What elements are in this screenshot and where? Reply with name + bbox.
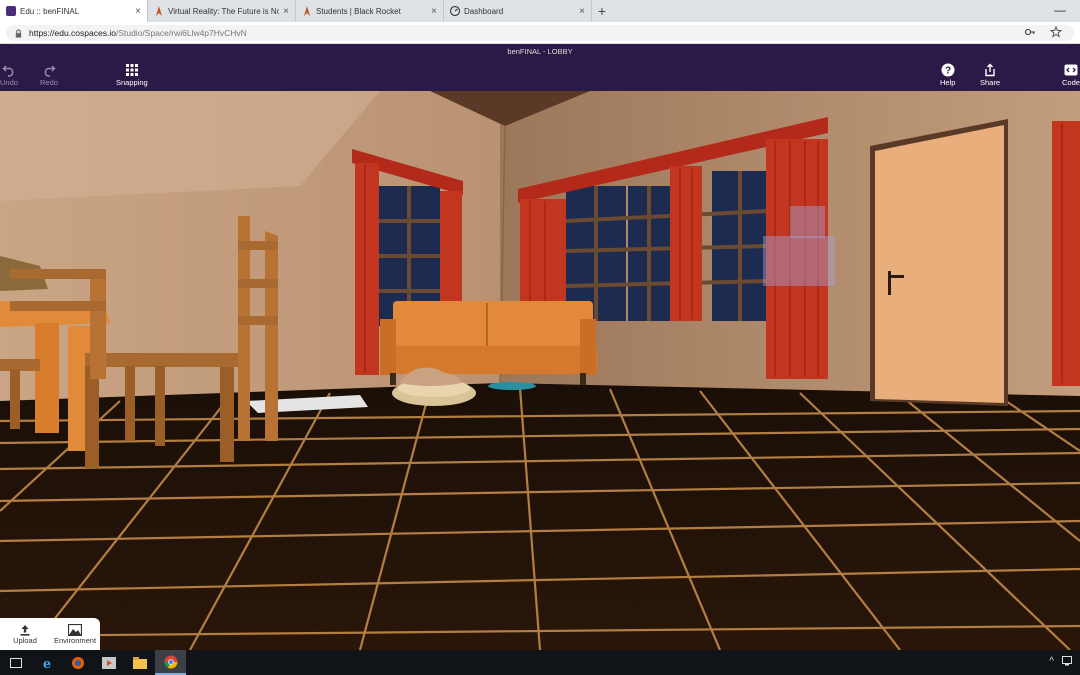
tab-title: Students | Black Rocket — [316, 6, 401, 16]
tab-edu-benfinal[interactable]: Edu :: benFINAL × — [0, 0, 148, 22]
star-icon[interactable] — [1050, 26, 1062, 38]
task-view-icon — [9, 657, 22, 668]
undo-button[interactable]: Undo — [0, 62, 18, 87]
code-label: Code — [1062, 78, 1080, 87]
scene-viewport[interactable] — [0, 91, 1080, 650]
browser-tab-strip: Edu :: benFINAL × Virtual Reality: The F… — [0, 0, 1080, 22]
lock-icon — [15, 28, 22, 38]
chrome-button[interactable] — [155, 650, 186, 675]
share-button[interactable]: Share — [980, 62, 1000, 87]
key-icon[interactable] — [1024, 26, 1036, 38]
ie-icon: e — [42, 657, 50, 670]
tab-virtual-reality[interactable]: Virtual Reality: The Future is Now × — [148, 0, 296, 22]
blackrocket-favicon-icon — [156, 6, 162, 16]
environment-icon — [68, 623, 82, 636]
grid-icon — [125, 64, 138, 76]
space-title: benFINAL - LOBBY — [507, 47, 573, 56]
new-tab-button[interactable]: + — [592, 0, 612, 22]
tab-close-icon[interactable]: × — [431, 6, 437, 17]
environment-label: Environment — [53, 635, 97, 645]
environment-button[interactable]: Environment — [50, 618, 100, 650]
firefox-icon — [71, 656, 84, 669]
file-explorer-icon — [132, 656, 147, 669]
url-host: https://edu.cospaces.io — [29, 28, 116, 38]
redo-button[interactable]: Redo — [40, 62, 58, 87]
cospaces-header: benFINAL - LOBBY Undo Redo Snapping ? He… — [0, 44, 1080, 91]
redo-label: Redo — [40, 78, 58, 87]
tab-close-icon[interactable]: × — [579, 6, 585, 17]
windows-taskbar: e ^ — [0, 650, 1080, 675]
tab-title: Dashboard — [464, 6, 504, 16]
cospaces-favicon-icon — [6, 6, 16, 16]
redo-icon — [44, 65, 56, 77]
door — [870, 119, 1008, 406]
blackrocket-favicon-icon — [304, 6, 310, 16]
dashboard-favicon-icon — [450, 6, 460, 16]
undo-label: Undo — [0, 78, 18, 87]
undo-icon — [2, 65, 14, 77]
share-icon — [985, 63, 995, 77]
tab-title: Edu :: benFINAL — [20, 6, 80, 16]
file-explorer-button[interactable] — [124, 650, 155, 675]
tab-close-icon[interactable]: × — [135, 6, 141, 17]
url-path: /Studio/Space/rwi6Llw4p7HvCHvN — [115, 28, 247, 38]
help-icon: ? — [941, 63, 955, 77]
upload-label: Upload — [13, 635, 37, 645]
share-label: Share — [980, 78, 1001, 87]
help-button[interactable]: ? Help — [940, 62, 955, 87]
tab-title: Virtual Reality: The Future is Now — [168, 6, 280, 16]
room-scene — [0, 91, 1080, 650]
svg-text:?: ? — [945, 66, 951, 77]
tab-students-black-rocket[interactable]: Students | Black Rocket × — [296, 0, 444, 22]
tray-caret-icon[interactable]: ^ — [1049, 656, 1054, 667]
media-button[interactable] — [93, 650, 124, 675]
url-field[interactable]: https://edu.cospaces.io/Studio/Space/rwi… — [6, 25, 1074, 41]
address-bar: https://edu.cospaces.io/Studio/Space/rwi… — [0, 22, 1080, 44]
upload-icon — [20, 624, 30, 636]
network-icon[interactable] — [1062, 656, 1074, 666]
chrome-icon — [164, 655, 177, 668]
upload-button[interactable]: Upload — [0, 618, 50, 650]
library-panel: Upload Environment — [0, 618, 100, 650]
tab-dashboard[interactable]: Dashboard × — [444, 0, 592, 22]
firefox-button[interactable] — [62, 650, 93, 675]
ie-button[interactable]: e — [31, 650, 62, 675]
task-view-button[interactable] — [0, 650, 31, 675]
system-tray: ^ — [1049, 656, 1074, 667]
snapping-label: Snapping — [116, 78, 148, 87]
window-minimize-button[interactable]: — — [1054, 3, 1066, 17]
tab-close-icon[interactable]: × — [283, 6, 289, 17]
code-button[interactable]: Code — [1062, 62, 1080, 87]
help-label: Help — [940, 78, 956, 87]
code-icon — [1064, 64, 1078, 76]
svg-text:e: e — [42, 657, 50, 670]
snapping-button[interactable]: Snapping — [116, 62, 148, 87]
media-icon — [101, 656, 116, 669]
